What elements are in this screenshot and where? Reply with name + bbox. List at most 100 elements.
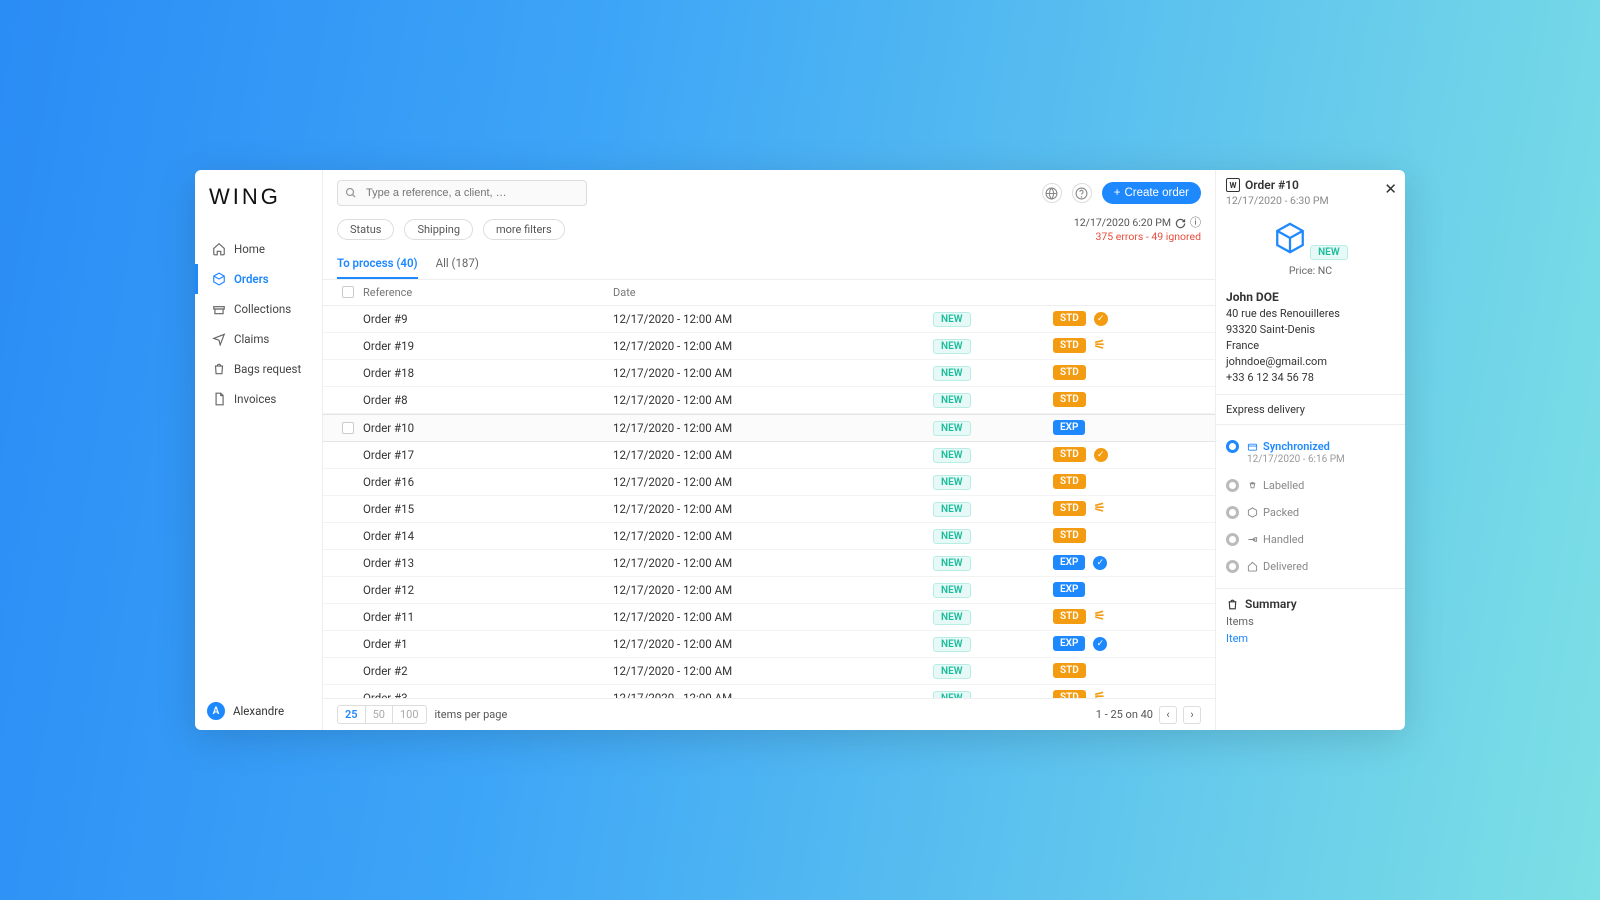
tabs: To process (40) All (187) — [323, 250, 1215, 280]
sidebar-item-bags-request[interactable]: Bags request — [195, 354, 322, 384]
sidebar-item-invoices[interactable]: Invoices — [195, 384, 322, 414]
sidebar-item-label: Collections — [234, 302, 291, 316]
timeline-dot — [1226, 560, 1239, 573]
table-row[interactable]: Order #912/17/2020 - 12:00 AMNEWSTD✓ — [323, 306, 1215, 333]
table-row[interactable]: Order #1012/17/2020 - 12:00 AMNEWEXP — [323, 414, 1215, 442]
table-row[interactable]: Order #812/17/2020 - 12:00 AMNEWSTD — [323, 387, 1215, 414]
row-status-badge: NEW — [933, 637, 971, 652]
row-status-badge: NEW — [933, 312, 971, 327]
row-date: 12/17/2020 - 12:00 AM — [613, 421, 933, 435]
timeline-step-label: Labelled — [1263, 479, 1304, 492]
sidebar-item-label: Invoices — [234, 392, 276, 406]
row-status-badge: NEW — [933, 556, 971, 571]
row-type-badge: STD — [1053, 365, 1086, 380]
table-row[interactable]: Order #1112/17/2020 - 12:00 AMNEWSTD⚟ — [323, 604, 1215, 631]
table-header: Reference Date — [323, 280, 1215, 306]
row-status-badge: NEW — [933, 691, 971, 698]
package-icon — [1273, 221, 1307, 255]
verified-icon: ✓ — [1094, 312, 1108, 326]
info-icon[interactable]: ⓘ — [1190, 216, 1201, 230]
row-checkbox[interactable] — [342, 422, 354, 434]
row-reference: Order #11 — [363, 610, 613, 624]
row-reference: Order #10 — [363, 421, 613, 435]
row-reference: Order #13 — [363, 556, 613, 570]
table-row[interactable]: Order #1212/17/2020 - 12:00 AMNEWEXP — [323, 577, 1215, 604]
table-row[interactable]: Order #1312/17/2020 - 12:00 AMNEWEXP✓ — [323, 550, 1215, 577]
next-page-button[interactable]: › — [1183, 706, 1201, 724]
timeline-step-icon — [1247, 534, 1258, 545]
select-all-checkbox[interactable] — [342, 286, 354, 298]
table-row[interactable]: Order #1912/17/2020 - 12:00 AMNEWSTD⚟ — [323, 333, 1215, 360]
row-date: 12/17/2020 - 12:00 AM — [613, 366, 933, 380]
timeline-dot — [1226, 479, 1239, 492]
page-size-25[interactable]: 25 — [338, 706, 366, 723]
bag-icon — [1226, 598, 1239, 611]
row-type-badge: STD — [1053, 447, 1086, 462]
detail-address-block: John DOE 40 rue des Renouilleres 93320 S… — [1226, 289, 1395, 386]
row-date: 12/17/2020 - 12:00 AM — [613, 529, 933, 543]
page-size-100[interactable]: 100 — [393, 706, 426, 723]
summary-items: Items — [1226, 615, 1395, 628]
tab-all[interactable]: All (187) — [436, 250, 479, 279]
filter-shipping[interactable]: Shipping — [404, 219, 473, 240]
timeline-step-label: Synchronized — [1263, 440, 1330, 453]
detail-status-badge: NEW — [1310, 245, 1348, 260]
create-order-label: Create order — [1124, 187, 1189, 199]
detail-panel: ✕ W Order #10 12/17/2020 - 6:30 PM NEW P… — [1215, 170, 1405, 730]
search-box — [337, 180, 587, 206]
summary-item-link[interactable]: Item — [1226, 632, 1395, 645]
table-row[interactable]: Order #1612/17/2020 - 12:00 AMNEWSTD — [323, 469, 1215, 496]
filter-more[interactable]: more filters — [483, 219, 565, 240]
user-name: Alexandre — [233, 704, 284, 718]
table-row[interactable]: Order #1812/17/2020 - 12:00 AMNEWSTD — [323, 360, 1215, 387]
row-reference: Order #8 — [363, 393, 613, 407]
row-date: 12/17/2020 - 12:00 AM — [613, 339, 933, 353]
table-row[interactable]: Order #1512/17/2020 - 12:00 AMNEWSTD⚟ — [323, 496, 1215, 523]
timeline-step-synchronized: Synchronized12/17/2020 - 6:16 PM — [1226, 433, 1395, 472]
sidebar-item-home[interactable]: Home — [195, 234, 322, 264]
search-input[interactable] — [337, 180, 587, 206]
row-type-badge: STD — [1053, 392, 1086, 407]
table-row[interactable]: Order #212/17/2020 - 12:00 AMNEWSTD — [323, 658, 1215, 685]
globe-icon[interactable] — [1042, 183, 1062, 203]
table-row[interactable]: Order #1412/17/2020 - 12:00 AMNEWSTD — [323, 523, 1215, 550]
table-footer: 2550100 items per page 1 - 25 on 40 ‹ › — [323, 698, 1215, 730]
row-date: 12/17/2020 - 12:00 AM — [613, 583, 933, 597]
row-date: 12/17/2020 - 12:00 AM — [613, 556, 933, 570]
pager: 1 - 25 on 40 ‹ › — [1096, 706, 1201, 724]
row-reference: Order #12 — [363, 583, 613, 597]
col-header-date[interactable]: Date — [613, 286, 933, 299]
table-row[interactable]: Order #112/17/2020 - 12:00 AMNEWEXP✓ — [323, 631, 1215, 658]
refresh-icon[interactable] — [1175, 218, 1186, 229]
sidebar-item-claims[interactable]: Claims — [195, 324, 322, 354]
customer-line1: 40 rue des Renouilleres — [1226, 307, 1340, 320]
logo-text: WING — [209, 184, 312, 210]
create-order-button[interactable]: + Create order — [1102, 182, 1201, 204]
invoices-icon — [212, 392, 226, 406]
sidebar-item-orders[interactable]: Orders — [195, 264, 322, 294]
customer-country: France — [1226, 339, 1259, 352]
row-type-badge: STD — [1053, 690, 1086, 698]
row-status-badge: NEW — [933, 421, 971, 436]
table-row[interactable]: Order #312/17/2020 - 12:00 AMNEWSTD⚟ — [323, 685, 1215, 698]
table-body: Order #912/17/2020 - 12:00 AMNEWSTD✓Orde… — [323, 306, 1215, 698]
page-size-50[interactable]: 50 — [366, 706, 393, 723]
user-chip[interactable]: A Alexandre — [195, 692, 322, 730]
sidebar-item-label: Bags request — [234, 362, 301, 376]
home-icon — [212, 242, 226, 256]
timeline-step-packed: Packed — [1226, 499, 1395, 526]
prev-page-button[interactable]: ‹ — [1159, 706, 1177, 724]
row-status-badge: NEW — [933, 393, 971, 408]
help-icon[interactable] — [1072, 183, 1092, 203]
table-row[interactable]: Order #1712/17/2020 - 12:00 AMNEWSTD✓ — [323, 442, 1215, 469]
sidebar-item-collections[interactable]: Collections — [195, 294, 322, 324]
sync-time: 12/17/2020 6:20 PM — [1074, 216, 1171, 230]
close-icon[interactable]: ✕ — [1384, 180, 1397, 198]
row-date: 12/17/2020 - 12:00 AM — [613, 664, 933, 678]
row-reference: Order #19 — [363, 339, 613, 353]
col-header-reference[interactable]: Reference — [363, 286, 613, 299]
row-date: 12/17/2020 - 12:00 AM — [613, 610, 933, 624]
filter-status[interactable]: Status — [337, 219, 394, 240]
tab-to-process[interactable]: To process (40) — [337, 250, 418, 279]
summary-header: Summary — [1226, 597, 1395, 611]
